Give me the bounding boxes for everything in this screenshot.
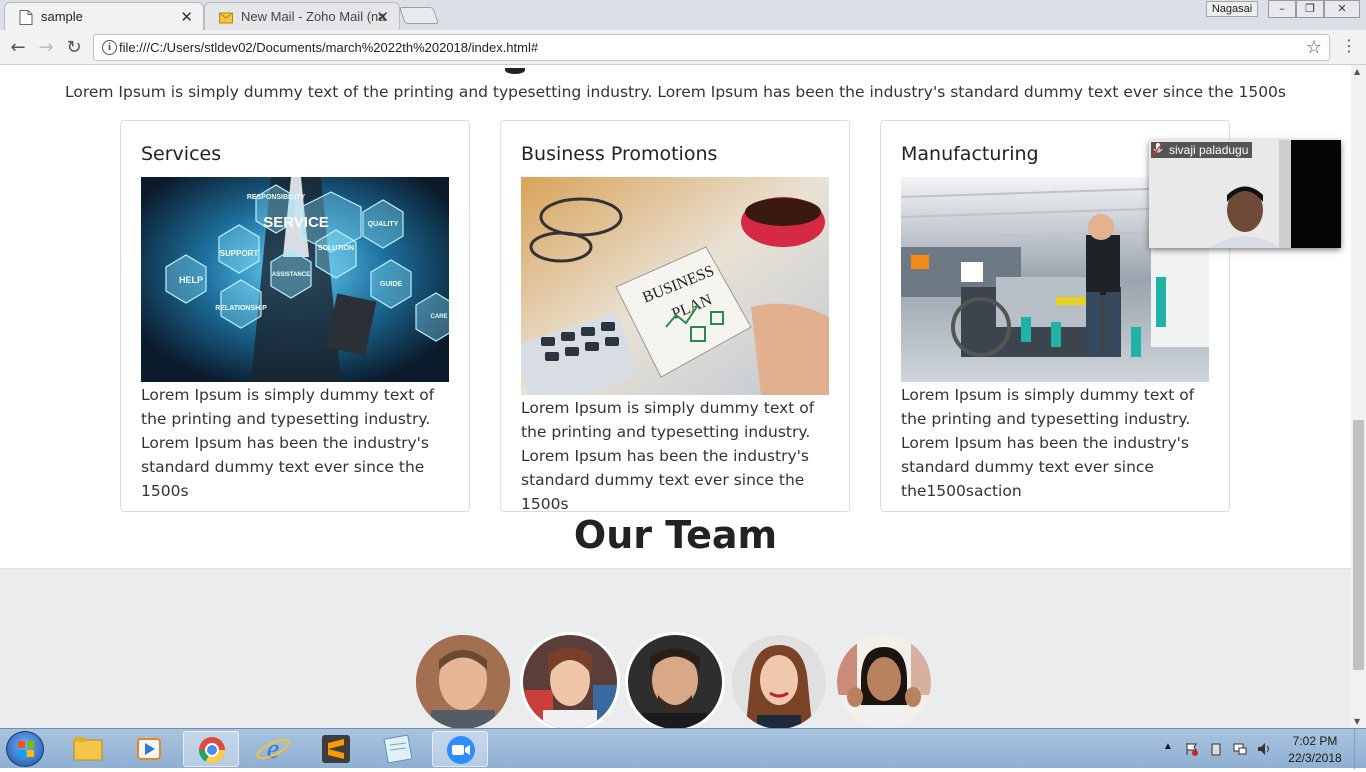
muted-mic-icon: [1153, 142, 1163, 156]
business-plan-image: BUSINESS PLAN: [521, 177, 829, 395]
internet-explorer-icon[interactable]: e: [245, 731, 301, 767]
clock-date[interactable]: 22/3/2018: [1282, 751, 1348, 765]
intro-text: Lorem Ipsum is simply dummy text of the …: [64, 83, 1286, 101]
team-heading: Our Team: [573, 513, 778, 557]
reload-icon[interactable]: ↻: [63, 37, 85, 58]
profile-chip[interactable]: Nagasai: [1206, 1, 1258, 17]
flag-icon[interactable]: [1185, 742, 1199, 756]
minimize-button[interactable]: –: [1268, 0, 1296, 18]
service-card: Services RESPONSIBILITY SERVICE QUALITY …: [120, 120, 470, 512]
team-member-avatar[interactable]: [413, 632, 513, 728]
svg-text:e: e: [267, 734, 279, 765]
services-image: RESPONSIBILITY SERVICE QUALITY SUPPORT S…: [141, 177, 449, 382]
volume-icon[interactable]: [1257, 742, 1271, 756]
card-title: Services: [141, 143, 222, 165]
show-desktop-button[interactable]: [1354, 729, 1366, 769]
scroll-down-icon[interactable]: ▼: [1354, 717, 1360, 726]
address-bar[interactable]: i file:///C:/Users/stldev02/Documents/ma…: [93, 34, 1330, 61]
new-tab-button[interactable]: [398, 7, 440, 24]
close-tab-icon[interactable]: ✕: [376, 8, 389, 26]
image-label: RESPONSIBILITY: [247, 194, 306, 201]
card-title: Business Promotions: [521, 143, 718, 165]
tab-strip: sample ✕ New Mail - Zoho Mail (na ✕ Naga…: [0, 0, 1366, 30]
bookmark-star-icon[interactable]: ☆: [1306, 37, 1322, 58]
mail-icon: [219, 12, 233, 24]
close-window-button[interactable]: ✕: [1324, 0, 1360, 18]
show-hidden-icons[interactable]: ▲: [1163, 741, 1173, 752]
image-label: CARE: [430, 314, 447, 320]
media-player-icon[interactable]: [121, 731, 177, 767]
image-label: QUALITY: [368, 221, 399, 228]
back-icon[interactable]: ←: [7, 37, 29, 58]
restore-button[interactable]: ❐: [1296, 0, 1324, 18]
image-label: HELP: [179, 275, 203, 285]
partially-scrolled-heading: [505, 65, 525, 83]
card-title: Manufacturing: [901, 143, 1039, 165]
file-explorer-icon[interactable]: [60, 731, 116, 767]
close-tab-icon[interactable]: ✕: [180, 8, 193, 26]
image-label: GUIDE: [380, 281, 403, 288]
clock-time[interactable]: 7:02 PM: [1282, 734, 1348, 748]
card-description: Lorem Ipsum is simply dummy text of the …: [901, 386, 1195, 500]
scroll-up-icon[interactable]: ▲: [1354, 67, 1360, 76]
info-icon[interactable]: i: [102, 40, 117, 55]
tab-title: New Mail - Zoho Mail (na: [241, 9, 386, 24]
image-label: SOLUTION: [318, 245, 354, 252]
image-label: SERVICE: [263, 214, 329, 231]
menu-icon[interactable]: ⋮: [1341, 36, 1357, 55]
notepad-icon[interactable]: [370, 731, 426, 767]
team-member-avatar[interactable]: [520, 632, 620, 728]
zoom-icon[interactable]: [432, 731, 488, 767]
participant-name: sivaji paladugu: [1151, 142, 1253, 158]
start-button[interactable]: [6, 731, 44, 767]
card-description: Lorem Ipsum is simply dummy text of the …: [141, 386, 435, 500]
business-promotions-card: Business Promotions BUSINESS PLAN Lorem …: [500, 120, 850, 513]
team-section: [0, 568, 1351, 728]
page-icon: [19, 10, 33, 25]
image-label: ASSISTANCE: [272, 272, 310, 278]
url-text: file:///C:/Users/stldev02/Documents/marc…: [119, 40, 539, 55]
card-description: Lorem Ipsum is simply dummy text of the …: [521, 399, 815, 513]
device-icon[interactable]: [1209, 742, 1223, 756]
tab-sample[interactable]: sample ✕: [4, 2, 204, 30]
scroll-thumb[interactable]: [1353, 420, 1364, 670]
image-label: SUPPORT: [220, 249, 259, 258]
team-member-avatar[interactable]: [729, 632, 829, 728]
team-member-avatar[interactable]: [834, 632, 934, 728]
tab-title: sample: [41, 9, 83, 24]
video-call-overlay[interactable]: sivaji paladugu: [1149, 140, 1341, 248]
forward-icon[interactable]: →: [35, 37, 57, 58]
browser-toolbar: ← → ↻ i file:///C:/Users/stldev02/Docume…: [0, 30, 1366, 65]
tab-zoho-mail[interactable]: New Mail - Zoho Mail (na ✕: [204, 2, 400, 30]
chrome-icon[interactable]: [183, 731, 239, 767]
windows-logo-icon: [18, 741, 34, 757]
sublime-text-icon[interactable]: [308, 731, 364, 767]
image-label: RELATIONSHIP: [215, 305, 267, 312]
windows-taskbar: e ▲ 7:02 PM 22/3/2018: [0, 728, 1366, 769]
team-member-avatar[interactable]: [625, 632, 725, 728]
page-scrollbar[interactable]: ▲ ▼: [1351, 65, 1366, 728]
network-icon[interactable]: [1233, 742, 1247, 756]
